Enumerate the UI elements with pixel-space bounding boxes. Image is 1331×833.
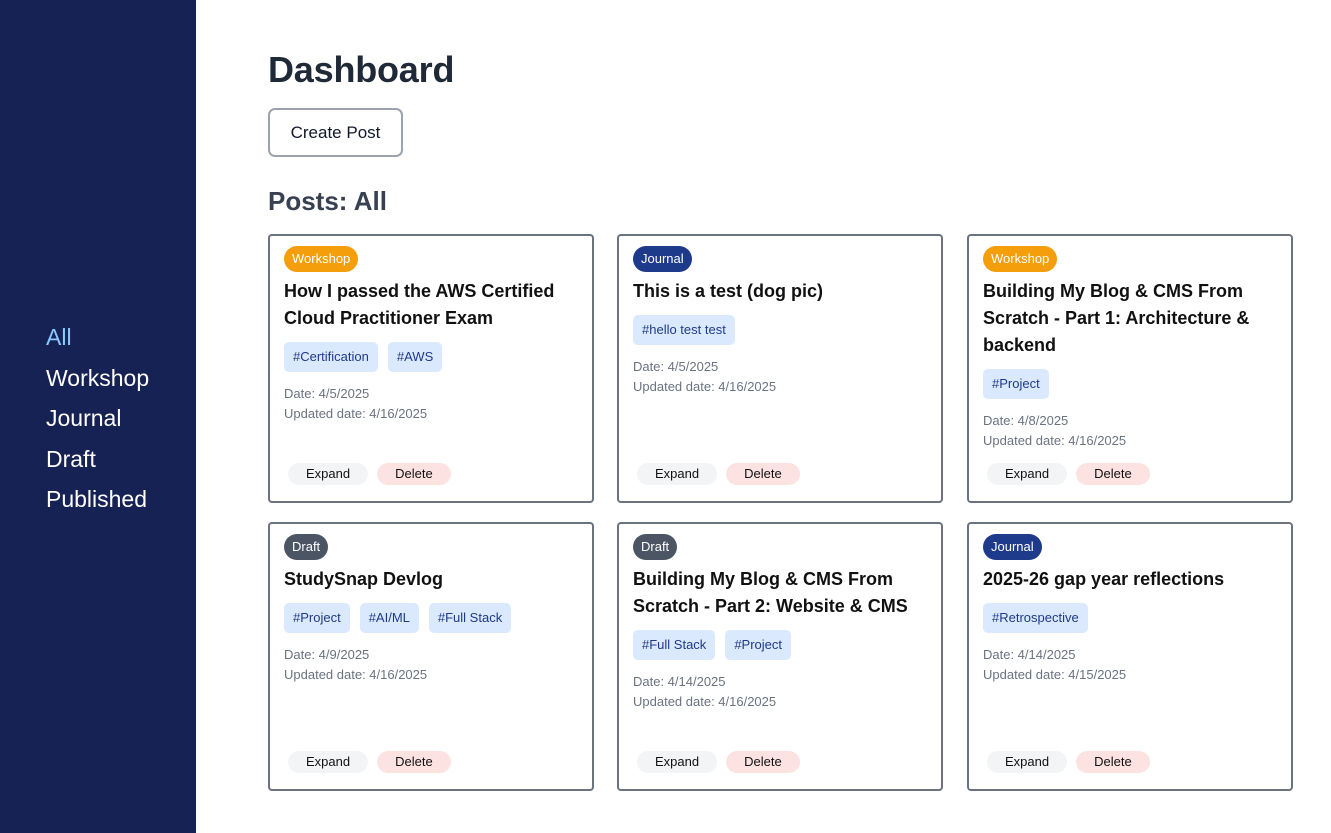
- category-badge: Journal: [983, 534, 1042, 560]
- category-badge: Journal: [633, 246, 692, 272]
- category-badge: Draft: [284, 534, 329, 560]
- post-date: Date: 4/14/2025: [633, 674, 726, 689]
- delete-button[interactable]: Delete: [726, 751, 800, 773]
- tag-chip[interactable]: #AI/ML: [359, 603, 419, 633]
- posts-heading: Posts: All: [268, 186, 387, 216]
- post-title[interactable]: 2025-26 gap year reflections: [983, 566, 1277, 593]
- post-updated-date: Updated date: 4/16/2025: [284, 406, 428, 421]
- tag-chip[interactable]: #Retrospective: [983, 603, 1088, 633]
- tag-chip[interactable]: #Project: [284, 603, 350, 633]
- post-date: Date: 4/9/2025: [284, 647, 370, 662]
- post-title[interactable]: StudySnap Devlog: [284, 566, 578, 593]
- tag-chip[interactable]: #Project: [983, 369, 1049, 399]
- sidebar-item-workshop[interactable]: Workshop: [46, 361, 149, 402]
- expand-button[interactable]: Expand: [987, 463, 1068, 485]
- delete-button[interactable]: Delete: [377, 751, 451, 773]
- page-title: Dashboard: [268, 49, 455, 90]
- sidebar-item-published[interactable]: Published: [46, 482, 149, 523]
- post-meta: Date: 4/14/2025 Updated date: 4/15/2025: [983, 645, 1277, 685]
- post-card[interactable]: Draft Building My Blog & CMS From Scratch…: [617, 522, 943, 791]
- post-title[interactable]: How I passed the AWS Certified Cloud Pra…: [284, 278, 578, 332]
- delete-button[interactable]: Delete: [1076, 751, 1150, 773]
- post-meta: Date: 4/8/2025 Updated date: 4/16/2025: [983, 411, 1277, 451]
- tag-list: #Project: [983, 369, 1277, 399]
- tag-chip[interactable]: #AWS: [387, 342, 443, 372]
- category-badge: Workshop: [983, 246, 1058, 272]
- sidebar-item-journal[interactable]: Journal: [46, 401, 149, 442]
- create-post-button[interactable]: Create Post: [268, 108, 403, 157]
- post-card[interactable]: Workshop Building My Blog & CMS From Scra…: [967, 234, 1293, 503]
- card-actions: Expand Delete: [637, 463, 800, 485]
- post-meta: Date: 4/5/2025 Updated date: 4/16/2025: [633, 357, 927, 397]
- post-meta: Date: 4/9/2025 Updated date: 4/16/2025: [284, 645, 578, 685]
- expand-button[interactable]: Expand: [288, 463, 369, 485]
- tag-list: #hello test test: [633, 315, 927, 345]
- post-title[interactable]: Building My Blog & CMS From Scratch - Pa…: [633, 566, 927, 620]
- tag-list: #Project #AI/ML #Full Stack: [284, 603, 578, 633]
- post-meta: Date: 4/14/2025 Updated date: 4/16/2025: [633, 672, 927, 712]
- sidebar-item-all[interactable]: All: [46, 320, 149, 361]
- expand-button[interactable]: Expand: [288, 751, 369, 773]
- card-actions: Expand Delete: [987, 751, 1150, 773]
- delete-button[interactable]: Delete: [726, 463, 800, 485]
- post-updated-date: Updated date: 4/16/2025: [633, 694, 777, 709]
- post-updated-date: Updated date: 4/16/2025: [284, 667, 428, 682]
- post-date: Date: 4/5/2025: [284, 386, 370, 401]
- post-updated-date: Updated date: 4/16/2025: [633, 379, 777, 394]
- tag-chip[interactable]: #Full Stack: [633, 630, 716, 660]
- post-updated-date: Updated date: 4/15/2025: [983, 667, 1127, 682]
- tag-list: #Full Stack #Project: [633, 630, 927, 660]
- category-badge: Workshop: [284, 246, 359, 272]
- post-title[interactable]: This is a test (dog pic): [633, 278, 927, 305]
- tag-list: #Certification #AWS: [284, 342, 578, 372]
- tag-list: #Retrospective: [983, 603, 1277, 633]
- main-content: Dashboard Create Post Posts: All Worksho…: [268, 0, 1331, 833]
- card-actions: Expand Delete: [987, 463, 1150, 485]
- delete-button[interactable]: Delete: [1076, 463, 1150, 485]
- category-badge: Draft: [633, 534, 678, 560]
- card-actions: Expand Delete: [288, 463, 451, 485]
- expand-button[interactable]: Expand: [637, 463, 718, 485]
- expand-button[interactable]: Expand: [637, 751, 718, 773]
- tag-chip[interactable]: #Project: [725, 630, 792, 660]
- tag-chip[interactable]: #Certification: [284, 342, 378, 372]
- post-title[interactable]: Building My Blog & CMS From Scratch - Pa…: [983, 278, 1277, 359]
- sidebar-item-draft[interactable]: Draft: [46, 442, 149, 483]
- post-card[interactable]: Journal This is a test (dog pic) #hello te…: [617, 234, 943, 503]
- expand-button[interactable]: Expand: [987, 751, 1068, 773]
- sidebar-nav: All Workshop Journal Draft Published: [46, 320, 149, 523]
- post-date: Date: 4/8/2025: [983, 413, 1069, 428]
- card-actions: Expand Delete: [288, 751, 451, 773]
- sidebar: All Workshop Journal Draft Published: [0, 0, 196, 833]
- tag-chip[interactable]: #Full Stack: [428, 603, 512, 633]
- card-actions: Expand Delete: [637, 751, 800, 773]
- post-card[interactable]: Workshop How I passed the AWS Certified C…: [268, 234, 594, 503]
- tag-chip[interactable]: #hello test test: [633, 315, 735, 345]
- post-date: Date: 4/14/2025: [983, 647, 1076, 662]
- post-date: Date: 4/5/2025: [633, 359, 719, 374]
- delete-button[interactable]: Delete: [377, 463, 451, 485]
- post-updated-date: Updated date: 4/16/2025: [983, 433, 1127, 448]
- post-meta: Date: 4/5/2025 Updated date: 4/16/2025: [284, 384, 578, 424]
- post-card[interactable]: Journal 2025-26 gap year reflections #Retr…: [967, 522, 1293, 791]
- post-card[interactable]: Draft StudySnap Devlog #Project #AI/ML #Full…: [268, 522, 594, 791]
